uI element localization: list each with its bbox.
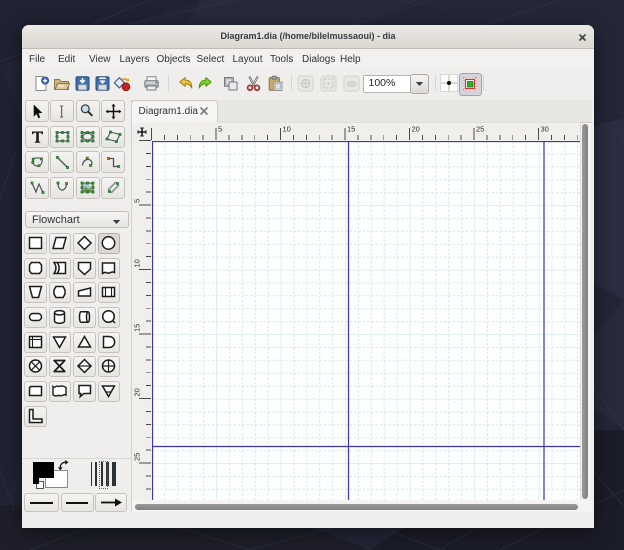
svg-text:25: 25: [476, 125, 484, 134]
svg-text:5: 5: [133, 199, 142, 203]
svg-text:10: 10: [133, 259, 142, 267]
svg-text:20: 20: [133, 388, 142, 396]
svg-text:30: 30: [541, 125, 549, 134]
svg-text:15: 15: [347, 125, 355, 134]
svg-text:20: 20: [412, 125, 420, 134]
svg-text:5: 5: [218, 125, 222, 134]
svg-text:15: 15: [133, 324, 142, 332]
svg-text:10: 10: [283, 125, 291, 134]
svg-text:25: 25: [133, 453, 142, 461]
